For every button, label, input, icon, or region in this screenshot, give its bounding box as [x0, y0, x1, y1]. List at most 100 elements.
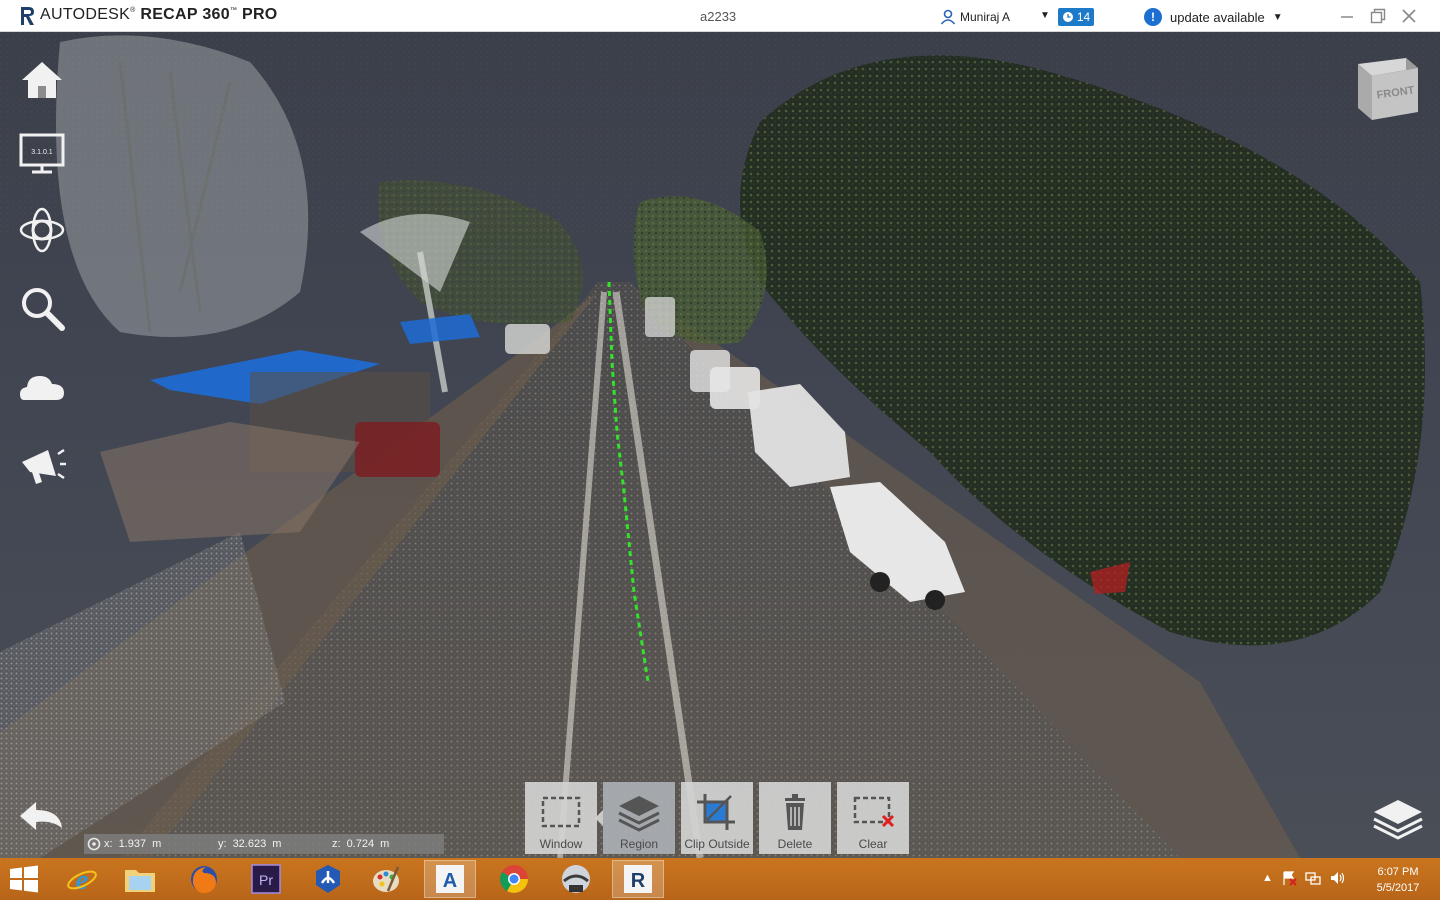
- display-version-badge: 3.1.0.1: [31, 149, 53, 156]
- megaphone-icon: [22, 448, 66, 484]
- folder-icon: [125, 870, 155, 892]
- show-hidden-icons-icon[interactable]: ▲: [1262, 872, 1273, 884]
- clock-date: 5/5/2017: [1376, 882, 1420, 894]
- announcements-button[interactable]: [16, 438, 68, 490]
- orbit-icon: [19, 207, 65, 253]
- windows-logo-icon: [10, 865, 38, 893]
- x-coordinate: x: 1.937 m: [104, 838, 218, 850]
- taskbar-firefox[interactable]: [178, 860, 230, 898]
- taskbar-internet-explorer[interactable]: e: [56, 860, 108, 898]
- clear-selection-icon: [853, 796, 895, 828]
- taskbar-chrome[interactable]: [488, 860, 540, 898]
- volume-icon[interactable]: [1329, 870, 1345, 886]
- minimize-button[interactable]: [1334, 4, 1360, 28]
- delete-label: Delete: [777, 837, 813, 851]
- start-button[interactable]: [8, 865, 40, 893]
- search-button[interactable]: [16, 282, 68, 334]
- clear-label: Clear: [858, 837, 888, 851]
- update-text: update available: [1170, 9, 1265, 25]
- x-value: 1.937: [118, 838, 147, 850]
- user-dropdown-caret-icon[interactable]: ▼: [1040, 10, 1050, 21]
- title-bar: AUTODESK® RECAP 360™ PRO a2233 Muniraj A…: [0, 0, 1440, 32]
- paint-palette-icon: [373, 866, 400, 892]
- action-center-flag-icon[interactable]: [1281, 870, 1297, 886]
- user-menu[interactable]: Muniraj A: [940, 8, 1010, 26]
- coordinate-readout: x: 1.937 m y: 32.623 m z: 0.724 m: [84, 834, 444, 854]
- clock-time: 6:07 PM: [1377, 866, 1419, 878]
- taskbar-paint[interactable]: [360, 860, 412, 898]
- point-cloud-viewport[interactable]: 3.1.0.1 FRONT x: 1.937 m y: 32.623 m z: …: [0, 32, 1440, 858]
- network-icon[interactable]: [1305, 870, 1321, 886]
- layers-button[interactable]: [1370, 794, 1426, 842]
- close-button[interactable]: [1396, 4, 1422, 28]
- premiere-pro-icon: Pr: [251, 864, 281, 894]
- home-button[interactable]: [16, 54, 68, 106]
- notifications-button[interactable]: 14: [1058, 8, 1094, 26]
- monitor-icon: 3.1.0.1: [19, 133, 65, 174]
- info-icon: !: [1144, 8, 1162, 26]
- firefox-icon: [191, 866, 217, 893]
- z-label: z:: [332, 838, 341, 850]
- internet-explorer-icon: e: [67, 865, 97, 895]
- palette-pointer: [595, 810, 603, 826]
- update-caret-icon: ▼: [1272, 11, 1283, 23]
- taskbar-recap-360[interactable]: R: [612, 860, 664, 898]
- region-button[interactable]: Region: [595, 782, 675, 854]
- point-cloud-scene[interactable]: [0, 32, 1440, 858]
- taskbar-autocad[interactable]: A: [424, 860, 476, 898]
- user-icon: [940, 9, 956, 25]
- y-coordinate: y: 32.623 m: [218, 838, 332, 850]
- window-label: Window: [539, 837, 583, 851]
- minimize-icon: [1341, 16, 1353, 18]
- window-selection-icon: [541, 796, 581, 828]
- display-settings-button[interactable]: 3.1.0.1: [16, 128, 68, 180]
- product-text: RECAP 360: [140, 6, 230, 23]
- taskbar-premiere-pro[interactable]: Pr: [240, 860, 292, 898]
- autodesk-app-icon: [316, 865, 340, 893]
- z-value: 0.724: [346, 838, 375, 850]
- x-unit: m: [152, 838, 162, 850]
- restore-icon: [1370, 8, 1386, 24]
- update-available-menu[interactable]: ! update available ▼: [1144, 7, 1283, 27]
- clear-button[interactable]: Clear: [837, 782, 909, 854]
- y-label: y:: [218, 838, 227, 850]
- crosshair-icon: [84, 837, 104, 851]
- notification-count: 14: [1076, 10, 1091, 24]
- back-arrow-icon: [20, 802, 62, 830]
- viewcube[interactable]: FRONT: [1352, 54, 1424, 126]
- system-clock[interactable]: 6:07 PM 5/5/2017: [1368, 864, 1428, 896]
- taskbar-autodesk-desktop-app[interactable]: [302, 860, 354, 898]
- y-value: 32.623: [232, 838, 267, 850]
- layers-region-icon: [618, 796, 660, 832]
- brand-text: AUTODESK: [40, 6, 131, 23]
- trash-icon: [785, 794, 805, 830]
- restore-button[interactable]: [1365, 4, 1391, 28]
- clip-tool-palette: Window Region Clip Outside Delete Clear: [525, 782, 909, 854]
- navigation-button[interactable]: [16, 204, 68, 256]
- search-icon: [22, 288, 65, 331]
- clip-outside-button[interactable]: Clip Outside: [681, 782, 753, 854]
- cloud-button[interactable]: [16, 360, 68, 412]
- sky-point-noise: [0, 32, 1440, 232]
- app-title: AUTODESK® RECAP 360™ PRO: [40, 6, 278, 23]
- svg-text:A: A: [443, 870, 457, 892]
- cloud-icon: [20, 376, 64, 400]
- recap-360-icon: R: [624, 865, 652, 893]
- svg-text:Pr: Pr: [259, 872, 273, 888]
- z-coordinate: z: 0.724 m: [332, 838, 389, 850]
- autocad-icon: A: [436, 865, 464, 893]
- taskbar-file-explorer[interactable]: [114, 860, 166, 898]
- clip-outside-label: Clip Outside: [684, 837, 750, 851]
- clock-icon: [1062, 12, 1073, 22]
- system-tray: ▲: [1262, 870, 1345, 886]
- delete-button[interactable]: Delete: [759, 782, 831, 854]
- taskbar-recap-pro[interactable]: [550, 860, 602, 898]
- window-select-button[interactable]: Window: [525, 782, 597, 854]
- svg-text:e: e: [76, 865, 88, 895]
- z-unit: m: [380, 838, 390, 850]
- layers-icon: [1373, 800, 1423, 840]
- back-button[interactable]: [16, 794, 68, 842]
- home-icon: [22, 62, 62, 98]
- crop-icon: [697, 794, 735, 830]
- edition-text: PRO: [241, 6, 278, 23]
